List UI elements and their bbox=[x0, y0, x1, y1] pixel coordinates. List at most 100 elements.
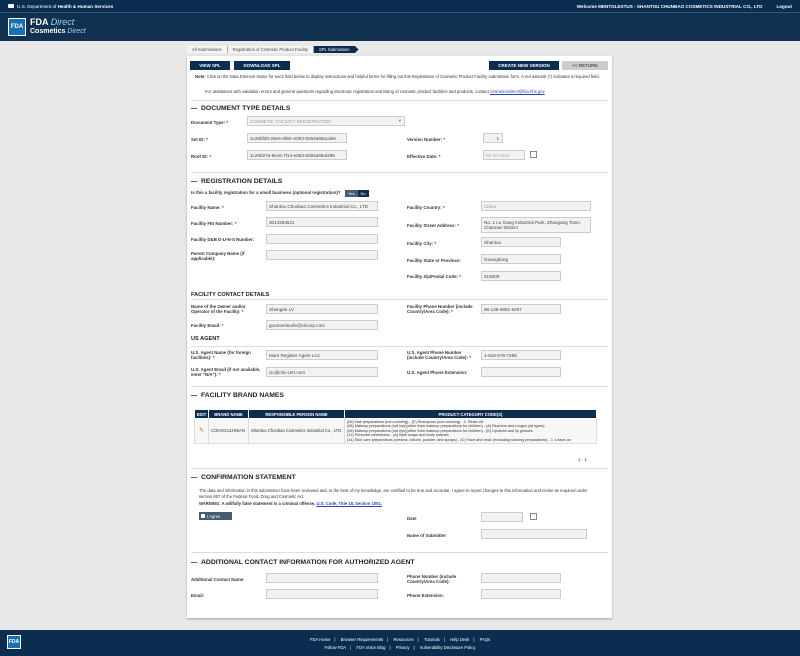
create-new-version-button[interactable]: CREATE NEW VERSION bbox=[489, 61, 559, 70]
table-pager: 1 - 1 bbox=[578, 457, 587, 462]
root-id-field[interactable]: 1c26b27a-9ec6-7f14-e063-6294a90af496 bbox=[247, 150, 347, 160]
parent-company-field[interactable] bbox=[266, 250, 378, 260]
footer-link[interactable]: Privacy bbox=[392, 645, 414, 650]
flag-icon bbox=[8, 4, 14, 8]
table-row: ✎ COKOGULHNIAN Shantou Chunbao Cosmetics… bbox=[194, 417, 597, 445]
edit-icon[interactable]: ✎ bbox=[194, 417, 209, 445]
additional-phone-field[interactable] bbox=[481, 573, 561, 583]
gov-banner: U.S. Department of Health & Human Servic… bbox=[0, 0, 800, 12]
responsible-person-cell: Shantou Chunbao Cosmetics Industrial Co.… bbox=[248, 417, 345, 445]
footer: FDA FDA Home | Browser Requirements | Reso… bbox=[0, 630, 800, 656]
confirmation-text: The data and information in this submiss… bbox=[199, 488, 588, 499]
additional-contact-section: ADDITIONAL CONTACT INFORMATION FOR AUTHO… bbox=[191, 552, 608, 614]
street-address-field[interactable]: No. 1 Lu Gang Industrial Park, Zhaogang … bbox=[481, 217, 591, 233]
facility-contact-header: FACILITY CONTACT DETAILS bbox=[191, 292, 270, 298]
fda-logo[interactable]: FDA bbox=[8, 18, 26, 36]
effective-date-field[interactable]: 08-30-2024 bbox=[483, 150, 525, 160]
us-agent-email-field[interactable]: cic@clic-cert.com bbox=[266, 367, 378, 377]
additional-email-field[interactable] bbox=[266, 589, 378, 599]
facility-zip-field[interactable]: 515000 bbox=[481, 271, 561, 281]
facility-city-field[interactable]: Shantou bbox=[481, 237, 561, 247]
brand-names-section: FACILITY BRAND NAMES EDIT BRAND NAME RES… bbox=[191, 386, 608, 466]
footer-link[interactable]: FDA Voice Blog bbox=[352, 645, 389, 650]
view-spl-button[interactable]: VIEW SPL bbox=[190, 61, 230, 70]
footer-link[interactable]: Follow FDA bbox=[321, 645, 351, 650]
document-type-header: DOCUMENT TYPE DETAILS bbox=[191, 105, 290, 112]
crumb-spl: SPL Submission bbox=[313, 46, 359, 53]
submission-card: VIEW SPL DOWNLOAD SPL CREATE NEW VERSION… bbox=[187, 56, 612, 618]
crumb-all-submissions[interactable]: All Submissions bbox=[187, 46, 228, 53]
footer-link[interactable]: Resources bbox=[390, 637, 418, 642]
no-option[interactable]: No bbox=[357, 190, 369, 197]
additional-ext-label: Phone Extension: bbox=[407, 593, 445, 598]
registration-header: REGISTRATION DETAILS bbox=[191, 178, 282, 185]
app-title: FDA Direct Cosmetics Direct bbox=[30, 17, 86, 36]
logout-link[interactable]: Logout bbox=[776, 4, 792, 9]
welcome-text: Welcome MENTOLESTUS - SHANTOU CHUNBAO CO… bbox=[576, 3, 763, 9]
download-spl-button[interactable]: DOWNLOAD SPL bbox=[234, 61, 290, 70]
version-number-field[interactable]: 1 bbox=[483, 133, 503, 143]
checkbox-icon bbox=[201, 514, 205, 518]
fda-header: FDA FDA Direct Cosmetics Direct bbox=[0, 12, 800, 41]
breadcrumb: All Submissions Registration of Cosmetic… bbox=[187, 46, 613, 53]
additional-email-label: Email: bbox=[191, 593, 205, 598]
warning-text: WARNING: A willfully false statement is … bbox=[199, 501, 382, 506]
duns-label: Facility D&B D-U-N-S Number: bbox=[191, 237, 255, 242]
parent-company-label: Parent Company Name (if applicable): bbox=[191, 251, 245, 261]
footer-link[interactable]: FDA Home bbox=[306, 637, 334, 642]
hhs-text: U.S. Department of Health & Human Servic… bbox=[17, 3, 114, 9]
date-label: Date bbox=[407, 516, 417, 521]
additional-phone-label: Phone Number (include Country/Area Code)… bbox=[407, 574, 457, 584]
additional-name-field[interactable] bbox=[266, 573, 378, 583]
facility-email-field[interactable]: goomentsorfe@clicorp.com bbox=[266, 320, 378, 330]
us-agent-phone-field[interactable]: 1-818-579-7288 bbox=[481, 350, 561, 360]
footer-links-primary: FDA Home | Browser Requirements | Resource… bbox=[0, 637, 800, 642]
col-person: RESPONSIBLE PERSON NAME bbox=[248, 409, 345, 419]
footer-links-secondary: Follow FDA | FDA Voice Blog | Privacy | Vul… bbox=[0, 645, 800, 650]
agree-checkbox[interactable]: I Agree bbox=[199, 512, 232, 520]
col-edit: EDIT bbox=[194, 409, 209, 419]
brand-names-header: FACILITY BRAND NAMES bbox=[191, 392, 284, 399]
footer-link[interactable]: FAQs bbox=[476, 637, 494, 642]
additional-ext-field[interactable] bbox=[481, 589, 561, 599]
us-code-link[interactable]: U.S. Code, Title 18, Section 1001. bbox=[316, 501, 382, 506]
instructions-note: Note: Click on the Data Element Name for… bbox=[195, 74, 600, 79]
facility-country-select[interactable]: China bbox=[481, 201, 591, 211]
submitter-label: Name of Submitter bbox=[407, 533, 447, 538]
yes-option[interactable]: Yes bbox=[345, 190, 358, 197]
calendar-icon[interactable] bbox=[530, 151, 537, 158]
chevron-down-icon: ▾ bbox=[398, 118, 401, 123]
col-codes: PRODUCT CATEGORY CODE(S) bbox=[344, 409, 597, 419]
brand-table: EDIT BRAND NAME RESPONSIBLE PERSON NAME … bbox=[194, 409, 597, 445]
facility-name-field[interactable]: Shantou Chunbao Cosmetics Industrial Co.… bbox=[266, 201, 378, 211]
contact-email-link[interactable]: cosmeticsdirect@fda.hhs.gov bbox=[490, 89, 545, 94]
footer-link[interactable]: Tutorials bbox=[420, 637, 444, 642]
fei-number-field[interactable]: 3014293621 bbox=[266, 217, 378, 227]
owner-operator-field[interactable]: Shengde LV bbox=[266, 304, 378, 314]
facility-state-field[interactable]: Guangdong bbox=[481, 254, 561, 264]
confirmation-section: CONFIRMATION STATEMENT The data and info… bbox=[191, 468, 608, 548]
footer-link[interactable]: Browser Requirements bbox=[337, 637, 388, 642]
small-business-toggle[interactable]: Yes No bbox=[345, 190, 369, 197]
us-agent-extension-field[interactable] bbox=[481, 367, 561, 377]
agent-ext-label: U.S. Agent Phone Extension: bbox=[407, 370, 468, 375]
submitter-name-field[interactable] bbox=[481, 529, 587, 539]
set-id-field[interactable]: 1c26bf30-28e6-d08c-e063-6294a90acde6 bbox=[247, 133, 347, 143]
registration-section: REGISTRATION DETAILS Is this a facility … bbox=[191, 172, 608, 347]
footer-link[interactable]: Vulnerability Disclosure Policy bbox=[416, 645, 480, 650]
calendar-icon[interactable] bbox=[530, 513, 537, 520]
us-agent-name-field[interactable]: Mars Register Agent LLC bbox=[266, 350, 378, 360]
facility-phone-field[interactable]: 86-136-6891-9257 bbox=[481, 304, 561, 314]
confirmation-header: CONFIRMATION STATEMENT bbox=[191, 474, 296, 481]
duns-field[interactable] bbox=[266, 234, 378, 244]
assistance-note: For assistance with validation errors an… bbox=[205, 89, 545, 94]
confirm-date-field[interactable] bbox=[481, 512, 523, 522]
return-button[interactable]: << RETURN bbox=[562, 61, 608, 70]
crumb-registration[interactable]: Registration of Cosmetic Product Facilit… bbox=[227, 46, 314, 53]
document-type-select[interactable]: COSMETIC FACILITY REGISTRATION ▾ bbox=[247, 116, 405, 126]
brand-name-cell: COKOGULHNIAN bbox=[208, 417, 249, 445]
col-brand: BRAND NAME bbox=[208, 409, 249, 419]
product-codes-cell: (06) Hair preparations (non-coloring) - … bbox=[344, 417, 597, 445]
footer-link[interactable]: Help Desk bbox=[446, 637, 473, 642]
small-business-question: Is this a facility registration for a sm… bbox=[191, 190, 341, 195]
